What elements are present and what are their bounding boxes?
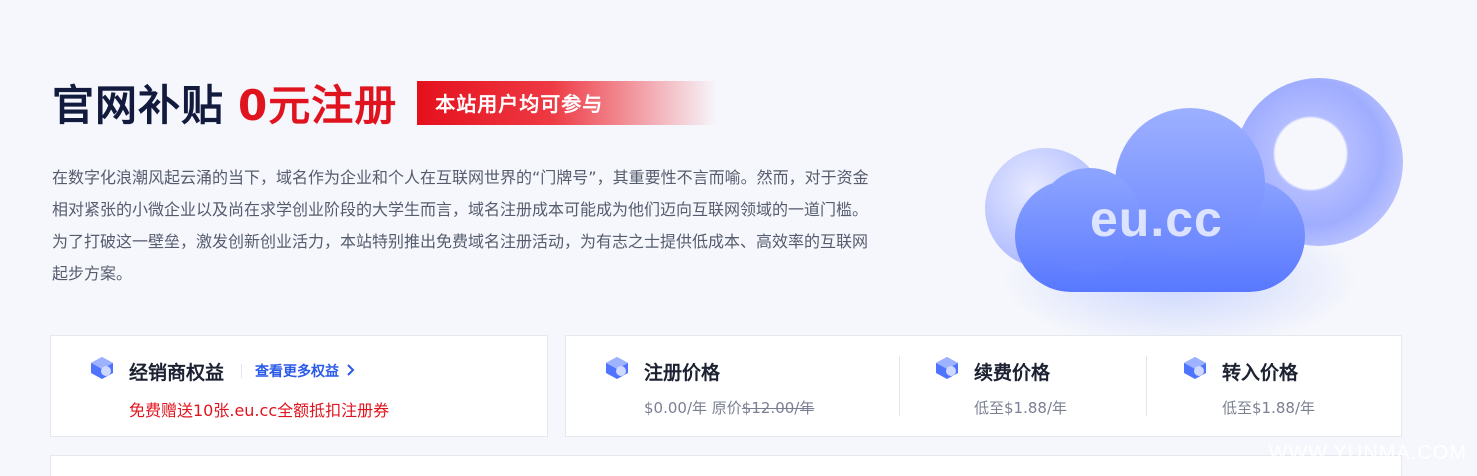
renew-price-title: 续费价格: [974, 362, 1051, 384]
register-price-value: $0.00/年 原价$12.00/年: [644, 399, 815, 417]
transfer-price-title: 转入价格: [1222, 362, 1299, 384]
cube-badge-icon: [934, 356, 960, 380]
chevron-right-icon: [346, 364, 355, 380]
renew-price-value: 低至$1.88/年: [974, 399, 1067, 417]
transfer-price-value: 低至$1.88/年: [1222, 399, 1315, 417]
hero-title: 官网补贴: [52, 81, 225, 130]
pricing-divider: [1146, 356, 1147, 416]
dealer-benefits-card: 经销商权益 查看更多权益 免费赠送10张.eu.cc全额抵扣注册券: [50, 335, 548, 437]
hero-title-row: 官网补贴 0元注册 本站用户均可参与: [52, 72, 718, 133]
title-divider: [241, 364, 242, 378]
cloud-domain-text: eu.cc: [1090, 191, 1223, 247]
pricing-card: 注册价格 $0.00/年 原价$12.00/年 续费价格 低至$1.88/年 转…: [565, 335, 1402, 437]
cube-badge-icon: [604, 356, 630, 380]
dealer-title: 经销商权益: [129, 362, 225, 384]
hero-tag-badge: 本站用户均可参与: [417, 80, 718, 125]
more-benefits-link[interactable]: 查看更多权益: [255, 361, 355, 381]
cloud-illustration: eu.cc: [960, 60, 1440, 350]
hero-intro: 在数字化浪潮风起云涌的当下，域名作为企业和个人在互联网世界的“门牌号”，其重要性…: [52, 168, 869, 283]
hero-title-accent: 0元注册: [238, 81, 398, 130]
cloud-shape: eu.cc: [1015, 108, 1305, 298]
next-section-card: [50, 455, 1402, 476]
watermark: WWW.YUNMA.COM: [1268, 442, 1467, 464]
pricing-divider: [899, 356, 900, 416]
cube-badge-icon: [1182, 356, 1208, 380]
register-price-title: 注册价格: [644, 362, 721, 384]
more-benefits-label: 查看更多权益: [255, 364, 339, 380]
dealer-promo-text: 免费赠送10张.eu.cc全额抵扣注册券: [129, 401, 390, 420]
cube-badge-icon: [89, 356, 115, 380]
original-price: $12.00/年: [741, 399, 815, 417]
